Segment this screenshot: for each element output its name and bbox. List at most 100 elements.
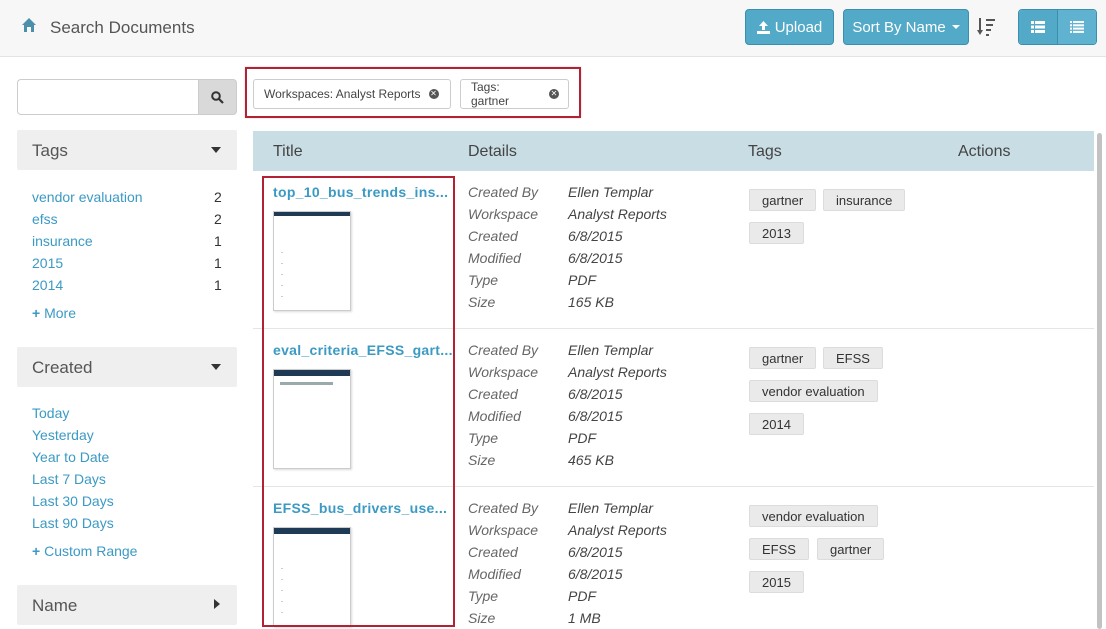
upload-button[interactable]: Upload <box>745 9 834 45</box>
compact-view-button[interactable] <box>1057 10 1096 44</box>
column-actions: Actions <box>958 143 1011 160</box>
column-tags: Tags <box>748 143 782 160</box>
thumbnail-header <box>274 212 350 216</box>
document-title-link[interactable]: top_10_bus_trends_ins... <box>273 184 453 200</box>
detail-label: Created By <box>468 500 539 516</box>
document-title-link[interactable]: eval_criteria_EFSS_gart... <box>273 342 453 358</box>
facet-created-item[interactable]: Yesterday <box>32 427 94 443</box>
facet-created-item[interactable]: Last 90 Days <box>32 515 114 531</box>
filter-chip: Workspaces: Analyst Reports ✕ <box>253 79 451 109</box>
remove-filter-icon[interactable]: ✕ <box>549 89 559 99</box>
detail-label: Modified <box>468 250 521 266</box>
list-compact-icon <box>1070 21 1084 33</box>
scrollbar[interactable] <box>1097 133 1102 629</box>
thumbnail-header <box>274 528 350 534</box>
facet-created-item[interactable]: Today <box>32 405 69 421</box>
detail-label: Created <box>468 386 518 402</box>
thumbnail-content <box>281 252 283 302</box>
detail-created-by: Ellen Templar <box>568 184 654 200</box>
column-title[interactable]: Title <box>273 143 303 161</box>
detail-workspace: Analyst Reports <box>568 364 667 380</box>
home-icon[interactable] <box>21 17 37 33</box>
detail-label: Type <box>468 430 499 446</box>
custom-range-label: Custom Range <box>44 543 138 559</box>
tag-badge[interactable]: 2013 <box>749 222 804 244</box>
detail-label: Workspace <box>468 522 539 538</box>
search-input[interactable] <box>17 79 199 115</box>
facet-created-item[interactable]: Last 30 Days <box>32 493 114 509</box>
detail-workspace: Analyst Reports <box>568 206 667 222</box>
tag-badge[interactable]: vendor evaluation <box>749 505 878 527</box>
more-label: More <box>44 305 76 321</box>
tag-badge[interactable]: insurance <box>823 189 906 211</box>
upload-label: Upload <box>774 18 823 36</box>
caret-down-icon <box>951 25 960 29</box>
remove-filter-icon[interactable]: ✕ <box>428 89 439 99</box>
facet-created-header[interactable]: Created <box>17 347 237 387</box>
sort-direction-icon[interactable] <box>976 16 996 38</box>
tag-badge[interactable]: EFSS <box>823 347 883 369</box>
detail-label: Size <box>468 294 496 310</box>
tag-badge[interactable]: gartner <box>749 189 817 211</box>
results-table-header: Title Details Tags Actions <box>253 131 1094 171</box>
document-thumbnail[interactable] <box>273 369 351 469</box>
thumbnail-subheader <box>280 382 334 385</box>
active-filters: Workspaces: Analyst Reports ✕ Tags: gart… <box>245 67 581 118</box>
tag-badge[interactable]: gartner <box>749 347 817 369</box>
detail-label: Type <box>468 272 499 288</box>
detail-label: Workspace <box>468 206 539 222</box>
facet-tag-item[interactable]: 2014 <box>32 277 63 293</box>
tag-badge[interactable]: 2014 <box>749 413 804 435</box>
detail-modified: 6/8/2015 <box>568 408 623 424</box>
detail-modified: 6/8/2015 <box>568 566 623 582</box>
view-toggle-group <box>1018 9 1097 45</box>
facet-tag-count: 2 <box>214 211 222 227</box>
detail-label: Modified <box>468 408 521 424</box>
sort-dropdown-button[interactable]: Sort By Name <box>843 9 969 45</box>
table-row: eval_criteria_EFSS_gart... Created By El… <box>253 329 1094 487</box>
filter-chip-label: Workspaces: Analyst Reports <box>264 87 421 101</box>
list-detail-icon <box>1031 21 1045 33</box>
detail-label: Type <box>468 588 499 604</box>
plus-icon: + <box>32 305 41 321</box>
facet-tags-title: Tags <box>32 141 68 160</box>
detail-label: Workspace <box>468 364 539 380</box>
search-button[interactable] <box>198 79 237 115</box>
facet-name-header[interactable]: Name <box>17 585 237 625</box>
thumbnail-content <box>281 568 283 618</box>
facet-created-item[interactable]: Year to Date <box>32 449 109 465</box>
facet-tag-item[interactable]: insurance <box>32 233 93 249</box>
detail-created: 6/8/2015 <box>568 228 623 244</box>
tag-badge[interactable]: vendor evaluation <box>749 380 878 402</box>
plus-icon: + <box>32 543 41 559</box>
detail-label: Size <box>468 610 496 626</box>
detail-size: 465 KB <box>568 452 614 468</box>
detail-type: PDF <box>568 588 596 604</box>
facet-tags-more-link[interactable]: + More <box>32 305 76 321</box>
detail-created-by: Ellen Templar <box>568 500 654 516</box>
page-title: Search Documents <box>50 18 195 37</box>
detail-view-button[interactable] <box>1019 10 1057 44</box>
facet-tag-item[interactable]: efss <box>32 211 58 227</box>
document-thumbnail[interactable] <box>273 211 351 311</box>
document-title-link[interactable]: EFSS_bus_drivers_use... <box>273 500 453 516</box>
tag-badge[interactable]: gartner <box>817 538 885 560</box>
detail-created: 6/8/2015 <box>568 544 623 560</box>
facet-created-title: Created <box>32 358 93 377</box>
column-details: Details <box>468 143 517 160</box>
facet-created-item[interactable]: Last 7 Days <box>32 471 106 487</box>
tag-badge[interactable]: EFSS <box>749 538 809 560</box>
filter-chip: Tags: gartner ✕ <box>460 79 569 109</box>
detail-label: Created <box>468 228 518 244</box>
facet-tags-header[interactable]: Tags <box>17 130 237 170</box>
facet-tag-count: 1 <box>214 233 222 249</box>
facet-tag-count: 2 <box>214 189 222 205</box>
detail-created: 6/8/2015 <box>568 386 623 402</box>
facet-custom-range-link[interactable]: + Custom Range <box>32 543 137 559</box>
detail-size: 1 MB <box>568 610 601 626</box>
tag-badge[interactable]: 2015 <box>749 571 804 593</box>
document-thumbnail[interactable] <box>273 527 351 627</box>
facet-tag-item[interactable]: 2015 <box>32 255 63 271</box>
table-row: EFSS_bus_drivers_use... Created By Ellen… <box>253 487 1094 629</box>
facet-tag-item[interactable]: vendor evaluation <box>32 189 143 205</box>
